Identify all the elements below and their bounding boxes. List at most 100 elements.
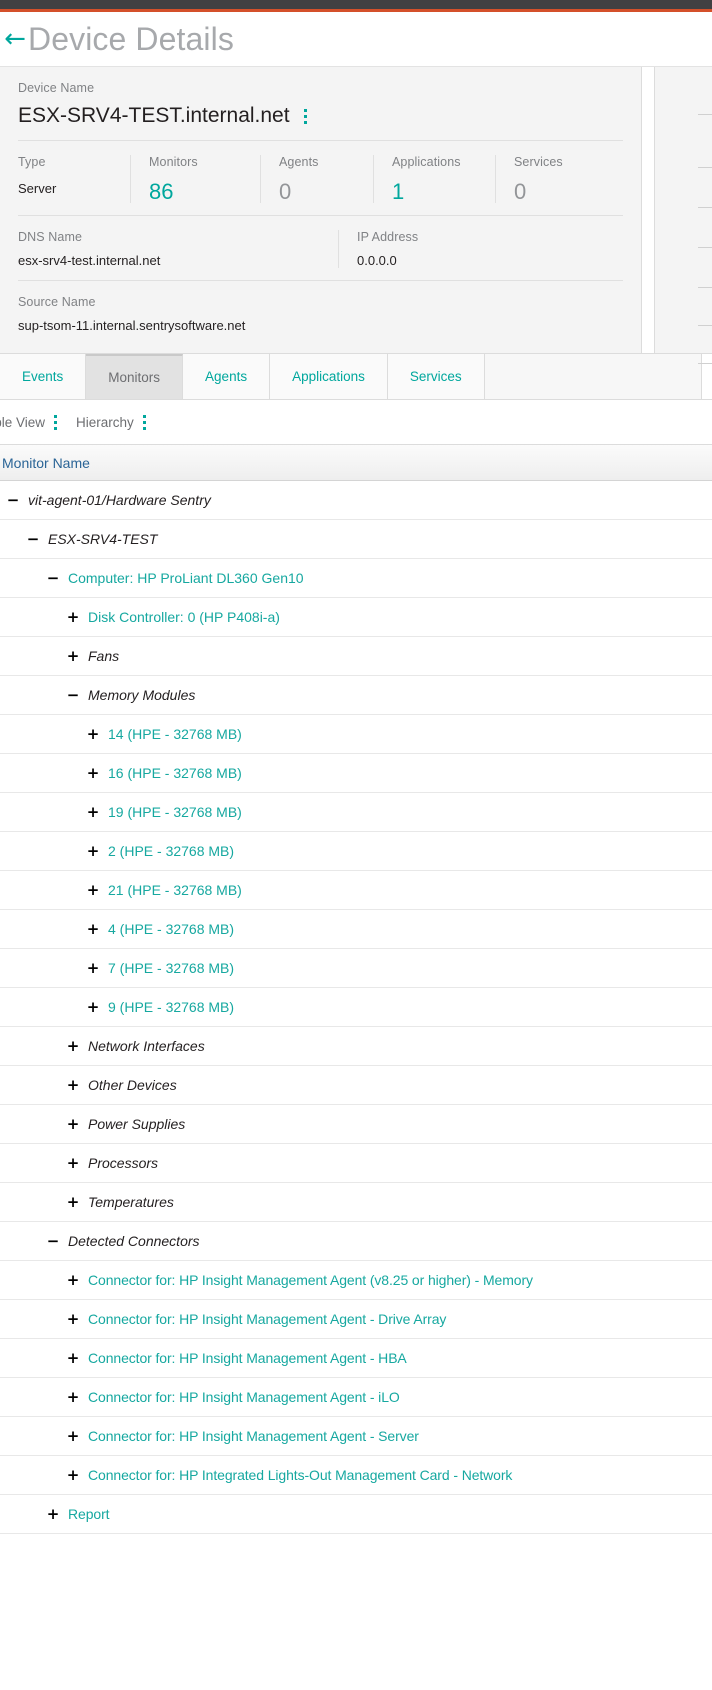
expand-icon[interactable]: + — [86, 961, 100, 976]
tab-label: Monitors — [108, 370, 160, 385]
row-label[interactable]: 7 (HPE - 32768 MB) — [108, 960, 234, 976]
table-row[interactable]: +Network Interfaces — [0, 1027, 712, 1066]
tab-agents[interactable]: Agents — [183, 354, 270, 399]
expand-icon[interactable]: + — [86, 922, 100, 937]
table-row[interactable]: −Memory Modules — [0, 676, 712, 715]
expand-icon[interactable]: + — [66, 1351, 80, 1366]
stat-value[interactable]: 86 — [149, 181, 248, 203]
table-row[interactable]: + Report — [0, 1495, 712, 1534]
stat-value[interactable]: 1 — [392, 181, 483, 203]
table-row[interactable]: +7 (HPE - 32768 MB) — [0, 949, 712, 988]
view-option-table-view[interactable]: Table View — [0, 415, 58, 430]
expand-icon[interactable]: + — [86, 805, 100, 820]
back-arrow-icon[interactable]: ← — [2, 26, 28, 52]
table-row[interactable]: +14 (HPE - 32768 MB) — [0, 715, 712, 754]
expand-icon[interactable]: + — [66, 1390, 80, 1405]
collapse-icon[interactable]: − — [26, 532, 40, 547]
table-row[interactable]: + Connector for: HP Insight Management Ag… — [0, 1261, 712, 1300]
row-label[interactable]: 2 (HPE - 32768 MB) — [108, 843, 234, 859]
row-label[interactable]: Connector for: HP Insight Management Age… — [88, 1389, 400, 1405]
row-label[interactable]: Connector for: HP Insight Management Age… — [88, 1350, 407, 1366]
row-label[interactable]: Disk Controller: 0 (HP P408i-a) — [88, 609, 280, 625]
table-row[interactable]: +21 (HPE - 32768 MB) — [0, 871, 712, 910]
table-row[interactable]: +2 (HPE - 32768 MB) — [0, 832, 712, 871]
view-option-label: Hierarchy — [76, 415, 134, 430]
table-row[interactable]: −Detected Connectors — [0, 1222, 712, 1261]
table-row[interactable]: + Disk Controller: 0 (HP P408i-a) — [0, 598, 712, 637]
expand-icon[interactable]: + — [66, 1468, 80, 1483]
row-label[interactable]: Connector for: HP Insight Management Age… — [88, 1272, 533, 1288]
device-source-section: Source Name sup-tsom-11.internal.sentrys… — [18, 280, 623, 353]
table-row[interactable]: +4 (HPE - 32768 MB) — [0, 910, 712, 949]
column-header-monitor-name[interactable]: Monitor Name — [0, 445, 712, 481]
device-name-menu-icon[interactable] — [304, 109, 308, 124]
expand-icon[interactable]: + — [66, 1039, 80, 1054]
table-row[interactable]: + Connector for: HP Insight Management Ag… — [0, 1378, 712, 1417]
table-row[interactable]: +Processors — [0, 1144, 712, 1183]
row-label[interactable]: Connector for: HP Integrated Lights-Out … — [88, 1467, 512, 1483]
tab-applications[interactable]: Applications — [270, 354, 388, 399]
stat-applications: Applications1 — [373, 155, 495, 203]
expand-icon[interactable]: + — [66, 1312, 80, 1327]
collapse-icon[interactable]: − — [46, 571, 60, 586]
device-details-page: ← Device Details Device Name ESX-SRV4-TE… — [0, 0, 712, 1690]
view-switcher: Table View Hierarchy — [0, 400, 712, 445]
expand-icon[interactable]: + — [66, 610, 80, 625]
table-row[interactable]: +16 (HPE - 32768 MB) — [0, 754, 712, 793]
view-option-menu-icon[interactable] — [54, 415, 58, 430]
stat-services: Services0 — [495, 155, 615, 203]
row-label[interactable]: 9 (HPE - 32768 MB) — [108, 999, 234, 1015]
table-row[interactable]: +Fans — [0, 637, 712, 676]
tab-events[interactable]: Events — [0, 354, 86, 399]
stat-label: Monitors — [149, 155, 248, 169]
expand-icon[interactable]: + — [66, 649, 80, 664]
view-option-hierarchy[interactable]: Hierarchy — [76, 415, 147, 430]
row-label[interactable]: Connector for: HP Insight Management Age… — [88, 1428, 419, 1444]
table-row[interactable]: +Temperatures — [0, 1183, 712, 1222]
row-label[interactable]: Report — [68, 1506, 109, 1522]
row-label[interactable]: 19 (HPE - 32768 MB) — [108, 804, 242, 820]
row-label[interactable]: 14 (HPE - 32768 MB) — [108, 726, 242, 742]
collapse-icon[interactable]: − — [66, 688, 80, 703]
table-row[interactable]: + Connector for: HP Integrated Lights-Out… — [0, 1456, 712, 1495]
expand-icon[interactable]: + — [66, 1195, 80, 1210]
stat-label: Type — [18, 155, 118, 169]
table-row[interactable]: +19 (HPE - 32768 MB) — [0, 793, 712, 832]
row-label[interactable]: 4 (HPE - 32768 MB) — [108, 921, 234, 937]
expand-icon[interactable]: + — [86, 1000, 100, 1015]
collapse-icon[interactable]: − — [6, 493, 20, 508]
row-label[interactable]: Connector for: HP Insight Management Age… — [88, 1311, 446, 1327]
tab-bar-filler — [485, 354, 702, 399]
expand-icon[interactable]: + — [66, 1117, 80, 1132]
tab-services[interactable]: Services — [388, 354, 485, 399]
expand-icon[interactable]: + — [86, 883, 100, 898]
expand-icon[interactable]: + — [86, 766, 100, 781]
table-row[interactable]: +Power Supplies — [0, 1105, 712, 1144]
tab-bar: Events Monitors Agents Applications Services — [0, 353, 712, 400]
tab-monitors[interactable]: Monitors — [86, 354, 183, 399]
row-label[interactable]: 16 (HPE - 32768 MB) — [108, 765, 242, 781]
expand-icon[interactable]: + — [66, 1429, 80, 1444]
stat-agents: Agents0 — [260, 155, 373, 203]
expand-icon[interactable]: + — [86, 844, 100, 859]
table-row[interactable]: +9 (HPE - 32768 MB) — [0, 988, 712, 1027]
table-row[interactable]: + Connector for: HP Insight Management Ag… — [0, 1417, 712, 1456]
table-row[interactable]: + Connector for: HP Insight Management Ag… — [0, 1339, 712, 1378]
expand-icon[interactable]: + — [66, 1078, 80, 1093]
expand-icon[interactable]: + — [66, 1273, 80, 1288]
stat-value: 0 — [514, 181, 603, 203]
table-row[interactable]: + Connector for: HP Insight Management Ag… — [0, 1300, 712, 1339]
expand-icon[interactable]: + — [86, 727, 100, 742]
row-label[interactable]: Computer: HP ProLiant DL360 Gen10 — [68, 570, 304, 586]
table-row[interactable]: +Other Devices — [0, 1066, 712, 1105]
table-row[interactable]: −Computer: HP ProLiant DL360 Gen10 — [0, 559, 712, 598]
collapse-icon[interactable]: − — [46, 1234, 60, 1249]
row-label[interactable]: 21 (HPE - 32768 MB) — [108, 882, 242, 898]
expand-icon[interactable]: + — [66, 1156, 80, 1171]
tab-label: Services — [410, 369, 462, 384]
view-option-menu-icon[interactable] — [143, 415, 147, 430]
tab-label: Applications — [292, 369, 365, 384]
table-row[interactable]: −vit-agent-01/Hardware Sentry — [0, 481, 712, 520]
table-row[interactable]: −ESX-SRV4-TEST — [0, 520, 712, 559]
expand-icon[interactable]: + — [46, 1507, 60, 1522]
